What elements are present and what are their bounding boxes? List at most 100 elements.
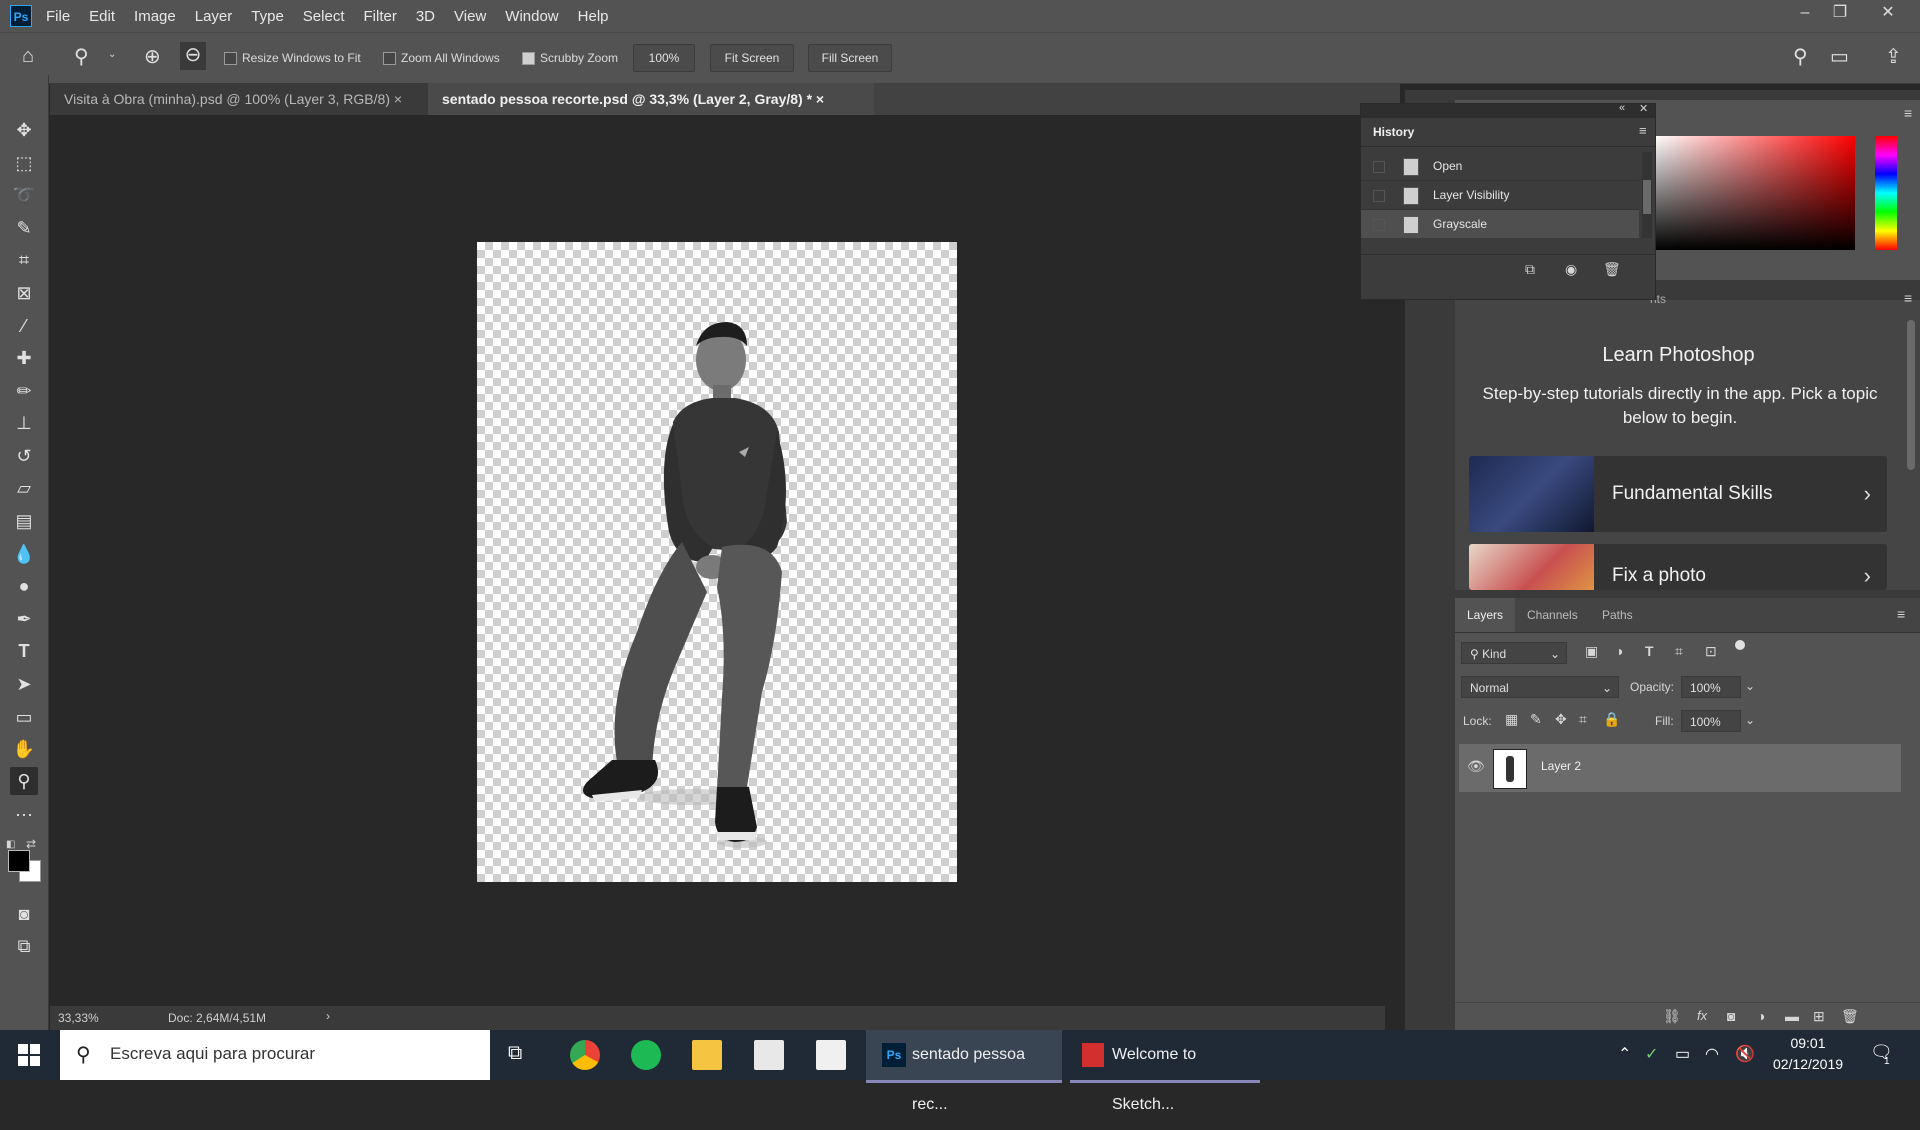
status-arrow-icon[interactable]: › — [326, 1009, 330, 1023]
tab-history[interactable]: History — [1373, 125, 1414, 139]
chevron-down-icon[interactable]: ⌄ — [1745, 713, 1755, 727]
close-tab-icon[interactable]: × — [816, 91, 824, 107]
menu-type[interactable]: Type — [251, 8, 284, 25]
collapse-icon[interactable]: « — [1619, 102, 1625, 114]
zoom-tool-selected-icon[interactable]: ⚲ — [10, 767, 38, 795]
mail-icon[interactable] — [816, 1040, 846, 1070]
add-mask-icon[interactable]: ◙ — [1727, 1008, 1735, 1024]
fit-screen-button[interactable]: Fit Screen — [710, 44, 794, 72]
menu-filter[interactable]: Filter — [364, 8, 397, 25]
brush-tool-icon[interactable]: ✏ — [10, 377, 38, 405]
panel-menu-icon[interactable]: ≡ — [1904, 105, 1912, 121]
close-tab-icon[interactable]: × — [394, 91, 402, 107]
card-fundamental-skills[interactable]: Fundamental Skills › — [1469, 456, 1887, 532]
resize-windows-option[interactable]: Resize Windows to Fit — [224, 51, 361, 66]
file-explorer-icon[interactable] — [692, 1040, 722, 1070]
tab-paths[interactable]: Paths — [1602, 598, 1633, 632]
share-icon[interactable]: ⇪ — [1885, 44, 1902, 69]
swap-colors-icon[interactable]: ⇄ — [26, 837, 36, 851]
marquee-tool-icon[interactable]: ⬚ — [10, 149, 38, 177]
history-panel-titlebar[interactable]: « ✕ — [1361, 102, 1655, 118]
taskbar-photoshop[interactable]: Ps sentado pessoa rec... — [866, 1030, 1062, 1113]
path-select-icon[interactable]: ➤ — [10, 670, 38, 698]
layer-name[interactable]: Layer 2 — [1541, 759, 1581, 773]
more-tools-icon[interactable]: ⋯ — [10, 801, 38, 829]
eraser-tool-icon[interactable]: ▱ — [10, 474, 38, 502]
minimize-icon[interactable]: – — [1785, 0, 1825, 28]
pixel-filter-icon[interactable]: ▣ — [1585, 643, 1598, 660]
opacity-field[interactable]: 100% — [1681, 676, 1741, 698]
zoom-level[interactable]: 33,33% — [58, 1011, 99, 1025]
home-icon[interactable]: ⌂ — [22, 45, 34, 68]
lock-all-icon[interactable]: 🔒 — [1603, 711, 1620, 728]
move-tool-icon[interactable]: ✥ — [10, 116, 38, 144]
menu-window[interactable]: Window — [505, 8, 558, 25]
type-tool-icon[interactable]: T — [10, 637, 38, 665]
new-document-from-state-icon[interactable]: ⧉ — [1525, 261, 1535, 278]
tab-channels[interactable]: Channels — [1527, 598, 1578, 632]
lock-artboard-icon[interactable]: ⌗ — [1579, 711, 1587, 728]
zoom-in-icon[interactable]: ⊕ — [144, 44, 161, 69]
adjustment-layer-icon[interactable]: ◑ — [1757, 1008, 1765, 1024]
menu-edit[interactable]: Edit — [89, 8, 115, 25]
stamp-tool-icon[interactable]: ⊥ — [10, 409, 38, 437]
chevron-down-icon[interactable]: ⌄ — [108, 49, 116, 60]
history-brush-icon[interactable]: ↺ — [10, 442, 38, 470]
workspace-icon[interactable]: ▭ — [1830, 44, 1849, 69]
lock-transparent-icon[interactable]: ▦ — [1505, 711, 1518, 728]
screen-mode-icon[interactable]: ⧉ — [10, 932, 38, 960]
menu-help[interactable]: Help — [578, 8, 609, 25]
tab-layers[interactable]: Layers — [1455, 598, 1515, 632]
frame-tool-icon[interactable]: ⊠ — [10, 279, 38, 307]
restore-icon[interactable]: ❐ — [1820, 0, 1860, 28]
menu-image[interactable]: Image — [134, 8, 176, 25]
scrubby-zoom-option[interactable]: Scrubby Zoom — [522, 51, 618, 66]
shape-filter-icon[interactable]: ⌗ — [1675, 643, 1683, 660]
pen-tool-icon[interactable]: ✒ — [10, 605, 38, 633]
zoom-all-option[interactable]: Zoom All Windows — [383, 51, 500, 66]
delete-layer-icon[interactable]: 🗑 — [1841, 1008, 1859, 1025]
learn-scrollbar[interactable] — [1907, 320, 1915, 470]
chrome-icon[interactable] — [570, 1040, 600, 1070]
filter-toggle-icon[interactable] — [1735, 640, 1745, 650]
spotify-icon[interactable] — [631, 1040, 661, 1070]
zoom-tool-icon[interactable]: ⚲ — [74, 44, 89, 69]
menu-view[interactable]: View — [454, 8, 486, 25]
healing-tool-icon[interactable]: ✚ — [10, 344, 38, 372]
chevron-down-icon[interactable]: ⌄ — [1745, 679, 1755, 693]
panel-menu-icon[interactable]: ≡ — [1904, 290, 1912, 306]
blur-tool-icon[interactable]: 💧 — [10, 540, 38, 568]
menu-file[interactable]: File — [46, 8, 70, 25]
link-layers-icon[interactable]: ⛓ — [1663, 1008, 1681, 1025]
tray-app-icon[interactable]: ✓ — [1645, 1044, 1658, 1064]
new-layer-icon[interactable]: ⊞ — [1813, 1008, 1825, 1025]
menu-layer[interactable]: Layer — [195, 8, 233, 25]
document-canvas[interactable] — [477, 242, 957, 882]
gradient-tool-icon[interactable]: ▤ — [10, 507, 38, 535]
show-hidden-icons-icon[interactable]: ⌃ — [1618, 1044, 1631, 1064]
fill-screen-button[interactable]: Fill Screen — [808, 44, 892, 72]
new-group-icon[interactable]: ▬ — [1785, 1008, 1799, 1024]
panel-menu-icon[interactable]: ≡ — [1897, 606, 1905, 622]
quick-mask-icon[interactable]: ◙ — [10, 900, 38, 928]
tab-visita-obra[interactable]: Visita à Obra (minha).psd @ 100% (Layer … — [50, 83, 468, 115]
volume-muted-icon[interactable]: 🔇 — [1735, 1044, 1755, 1064]
zoom-all-checkbox[interactable] — [383, 52, 396, 66]
lock-position-icon[interactable]: ✥ — [1555, 711, 1567, 728]
menu-3d[interactable]: 3D — [416, 8, 435, 25]
lasso-tool-icon[interactable]: ➰ — [10, 181, 38, 209]
clock-date[interactable]: 02/12/2019 — [1766, 1056, 1850, 1072]
close-panel-icon[interactable]: ✕ — [1639, 102, 1648, 115]
smart-object-filter-icon[interactable]: ⊡ — [1705, 643, 1717, 660]
blend-mode-dropdown[interactable]: Normal ⌄ — [1461, 676, 1619, 698]
close-window-icon[interactable]: ✕ — [1868, 0, 1908, 28]
camera-icon[interactable]: ◉ — [1565, 261, 1577, 278]
eyedropper-tool-icon[interactable]: ⁄ — [10, 312, 38, 340]
crop-tool-icon[interactable]: ⌗ — [10, 246, 38, 274]
clock-time[interactable]: 09:01 — [1776, 1035, 1840, 1051]
history-scrollbar[interactable] — [1642, 152, 1652, 238]
search-icon[interactable]: ⚲ — [1793, 44, 1808, 69]
card-fix-a-photo[interactable]: Fix a photo › — [1469, 544, 1887, 590]
zoom-value-field[interactable]: 100% — [633, 44, 695, 72]
adjustment-filter-icon[interactable]: ◑ — [1615, 643, 1623, 659]
